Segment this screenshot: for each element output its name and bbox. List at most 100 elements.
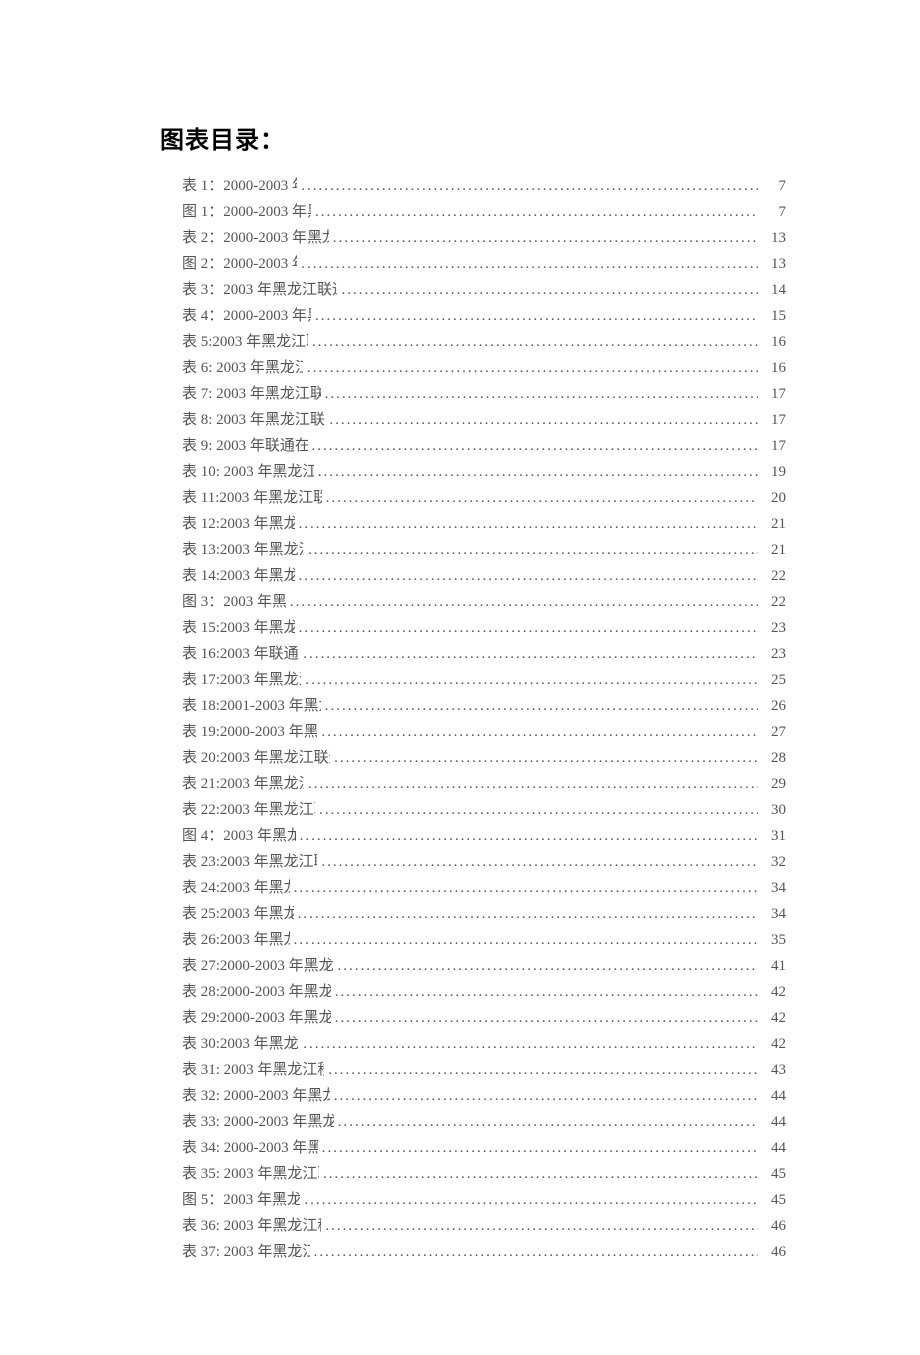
toc-entry[interactable]: 表 11:2003 年黑龙江联通 193 长途通信业务量及业务结构20: [182, 485, 786, 511]
toc-entry[interactable]: 表 35: 2003 年黑龙江联通 GSM 和 CDMA 短消息发送量 45: [182, 1161, 786, 1187]
toc-entry[interactable]: 表 16:2003 年联通各种业务盈利情况比例分布23: [182, 641, 786, 667]
toc-entry[interactable]: 表 28:2000-2003 年黑龙江移动和联通用户数量份额对比（%）42: [182, 979, 786, 1005]
toc-leader-dots: [328, 1057, 758, 1083]
toc-entry-title: 表 36: 2003 年黑龙江移动主要移动数据业务用户量(万户): [182, 1213, 321, 1239]
toc-entry-title: 图 1：2000-2003 年黑龙江省移动通信业务收入变化: [182, 199, 311, 225]
toc-entry-title: 图 2：2000-2003 年黑龙江联通用户地区分布: [182, 251, 297, 277]
toc-leader-dots: [303, 641, 758, 667]
toc-entry[interactable]: 表 19:2000-2003 年黑龙江联通 GSM 移动网络容量变化27: [182, 719, 786, 745]
toc-entry[interactable]: 表 33: 2000-2003 年黑龙江移动和联通 GSM 基站容量变化(信道)…: [182, 1109, 786, 1135]
toc-entry[interactable]: 表 23:2003 年黑龙江联通客户服务网点和设备情况统计32: [182, 849, 786, 875]
toc-leader-dots: [321, 849, 758, 875]
toc-leader-dots: [305, 667, 758, 693]
toc-entry[interactable]: 表 12:2003 年黑龙江联通寻呼用户数量变化21: [182, 511, 786, 537]
toc-entry-page: 34: [762, 875, 786, 901]
toc-entry-page: 43: [762, 1057, 786, 1083]
toc-entry[interactable]: 表 34: 2000-2003 年黑龙江移动和联通交换机实装率(%)44: [182, 1135, 786, 1161]
toc-entry-page: 42: [762, 979, 786, 1005]
toc-entry[interactable]: 表 3：2003 年黑龙江联通 GSM 和 CDMA 的 ARPU、MOU 值统…: [182, 277, 786, 303]
toc-entry[interactable]: 表 4：2000-2003 年黑龙江联通 ARPU 和 MOU 变化15: [182, 303, 786, 329]
toc-entry[interactable]: 表 8: 2003 年黑龙江联通用户 GSM 和 CDMA 短消息发送量 17: [182, 407, 786, 433]
toc-entry-page: 22: [762, 563, 786, 589]
toc-entry[interactable]: 表 2：2000-2003 年黑龙江联通 GSM 和 CDMA 用户数量变化13: [182, 225, 786, 251]
toc-entry[interactable]: 表 18:2001-2003 年黑龙江联通 CDMA 移动网络容量变化26: [182, 693, 786, 719]
toc-entry-title: 表 31: 2003 年黑龙江移动和联通 GSM 网络容量变化(交换): [182, 1057, 324, 1083]
toc-entry-title: 表 23:2003 年黑龙江联通客户服务网点和设备情况统计: [182, 849, 317, 875]
toc-entry[interactable]: 表 31: 2003 年黑龙江移动和联通 GSM 网络容量变化(交换) 43: [182, 1057, 786, 1083]
toc-entry[interactable]: 表 32: 2000-2003 年黑龙江移动和联通 GSM 基站数量变化(个)4…: [182, 1083, 786, 1109]
toc-leader-dots: [312, 329, 758, 355]
toc-entry[interactable]: 表 10: 2003 年黑龙江联通短消息平均发送量和 ARPU19: [182, 459, 786, 485]
toc-leader-dots: [307, 355, 758, 381]
toc-entry-title: 图 4：2003 年黑龙江联通手机出货渠道结构: [182, 823, 296, 849]
toc-entry-title: 表 20:2003 年黑龙江联通营业厅、专卖店、营销网点数量统计: [182, 745, 330, 771]
toc-entry[interactable]: 图 5：2003 年黑龙江移动短信息发送种类结构 45: [182, 1187, 786, 1213]
toc-entry[interactable]: 图 1：2000-2003 年黑龙江省移动通信业务收入变化7: [182, 199, 786, 225]
toc-entry-page: 45: [762, 1187, 786, 1213]
toc-entry[interactable]: 表 20:2003 年黑龙江联通营业厅、专卖店、营销网点数量统计28: [182, 745, 786, 771]
toc-leader-dots: [299, 563, 758, 589]
toc-entry[interactable]: 表 17:2003 年黑龙江联通 CDMA 业务成本结构25: [182, 667, 786, 693]
toc-entry-title: 表 22:2003 年黑龙江联通各地 CDMA 营业厅数量统计: [182, 797, 315, 823]
toc-entry[interactable]: 表 5:2003 年黑龙江联通 IP 长途通信时间长度结构16: [182, 329, 786, 355]
toc-entry[interactable]: 表 13:2003 年黑龙江联通移动通信业务收入变化21: [182, 537, 786, 563]
toc-entry-title: 表 13:2003 年黑龙江联通移动通信业务收入变化: [182, 537, 304, 563]
toc-leader-dots: [334, 745, 758, 771]
toc-entry[interactable]: 图 4：2003 年黑龙江联通手机出货渠道结构31: [182, 823, 786, 849]
toc-entry[interactable]: 表 37: 2003 年黑龙江移动主要移动数据业务量统计 46: [182, 1239, 786, 1265]
toc-entry[interactable]: 表 26:2003 年黑龙江联通互联网容量统计35: [182, 927, 786, 953]
toc-entry-title: 表 37: 2003 年黑龙江移动主要移动数据业务量统计: [182, 1239, 310, 1265]
toc-entry-page: 16: [762, 329, 786, 355]
toc-entry-page: 46: [762, 1239, 786, 1265]
toc-entry[interactable]: 表 36: 2003 年黑龙江移动主要移动数据业务用户量(万户) 46: [182, 1213, 786, 1239]
toc-leader-dots: [308, 537, 758, 563]
toc-entry[interactable]: 表 24:2003 年黑龙江联通传输网情况统计 34: [182, 875, 786, 901]
toc-entry-title: 表 11:2003 年黑龙江联通 193 长途通信业务量及业务结构: [182, 485, 322, 511]
toc-entry[interactable]: 表 15:2003 年黑龙江联通各项成本费用列表23: [182, 615, 786, 641]
toc-leader-dots: [334, 1083, 758, 1109]
toc-entry-page: 41: [762, 953, 786, 979]
toc-entry-page: 42: [762, 1005, 786, 1031]
toc-leader-dots: [301, 251, 758, 277]
toc-entry-page: 13: [762, 251, 786, 277]
toc-entry[interactable]: 表 22:2003 年黑龙江联通各地 CDMA 营业厅数量统计30: [182, 797, 786, 823]
toc-entry-title: 表 21:2003 年黑龙江邮政代理联通发展用户统计: [182, 771, 304, 797]
toc-entry-title: 表 32: 2000-2003 年黑龙江移动和联通 GSM 基站数量变化(个): [182, 1083, 330, 1109]
toc-entry-page: 44: [762, 1135, 786, 1161]
toc-entry[interactable]: 表 1：2000-2003 年黑龙江移动通信业务收入7: [182, 173, 786, 199]
toc-leader-dots: [299, 511, 758, 537]
toc-entry-page: 46: [762, 1213, 786, 1239]
toc-leader-dots: [308, 771, 758, 797]
toc-entry-title: 图 5：2003 年黑龙江移动短信息发送种类结构: [182, 1187, 300, 1213]
toc-leader-dots: [323, 1161, 758, 1187]
toc-entry-page: 26: [762, 693, 786, 719]
toc-entry[interactable]: 表 6: 2003 年黑龙江联通互联网用户数量和结构16: [182, 355, 786, 381]
toc-entry[interactable]: 表 7: 2003 年黑龙江联通互联网用户上网时间长度和结构17: [182, 381, 786, 407]
toc-leader-dots: [333, 225, 758, 251]
toc-entry-title: 表 10: 2003 年黑龙江联通短消息平均发送量和 ARPU: [182, 459, 314, 485]
toc-entry[interactable]: 表 29:2000-2003 年黑龙江移动和联通新增用户份额对比（%）42: [182, 1005, 786, 1031]
toc-entry-title: 表 26:2003 年黑龙江联通互联网容量统计: [182, 927, 290, 953]
toc-entry-page: 15: [762, 303, 786, 329]
toc-entry-title: 表 24:2003 年黑龙江联通传输网情况统计: [182, 875, 290, 901]
toc-entry-title: 表 19:2000-2003 年黑龙江联通 GSM 移动网络容量变化: [182, 719, 317, 745]
toc-leader-dots: [335, 1005, 758, 1031]
toc-entry[interactable]: 表 27:2000-2003 年黑龙江移动和联通业务收入市场份额对比(%)41: [182, 953, 786, 979]
toc-entry[interactable]: 表 21:2003 年黑龙江邮政代理联通发展用户统计29: [182, 771, 786, 797]
toc-entry[interactable]: 表 9: 2003 年联通在信合作 ICP 和业务种类一览表17: [182, 433, 786, 459]
toc-leader-dots: [329, 407, 758, 433]
toc-entry-page: 45: [762, 1161, 786, 1187]
toc-entry-title: 表 35: 2003 年黑龙江联通 GSM 和 CDMA 短消息发送量: [182, 1161, 319, 1187]
toc-entry-title: 图 3：2003 年黑龙江联通业务收入结构: [182, 589, 286, 615]
toc-leader-dots: [322, 1135, 758, 1161]
toc-leader-dots: [303, 1031, 758, 1057]
toc-entry[interactable]: 表 14:2003 年黑龙江联通业务收入比例分布22: [182, 563, 786, 589]
toc-entry[interactable]: 表 30:2003 年黑龙江移动和联通网络容量对比42: [182, 1031, 786, 1057]
toc-entry[interactable]: 表 25:2003 年黑龙江联通 VOIP 网情况统计34: [182, 901, 786, 927]
toc-entry-page: 17: [762, 407, 786, 433]
toc-leader-dots: [341, 277, 758, 303]
toc-leader-dots: [298, 901, 758, 927]
toc-entry-title: 表 8: 2003 年黑龙江联通用户 GSM 和 CDMA 短消息发送量: [182, 407, 325, 433]
toc-entry[interactable]: 图 3：2003 年黑龙江联通业务收入结构22: [182, 589, 786, 615]
toc-entry[interactable]: 图 2：2000-2003 年黑龙江联通用户地区分布 13: [182, 251, 786, 277]
